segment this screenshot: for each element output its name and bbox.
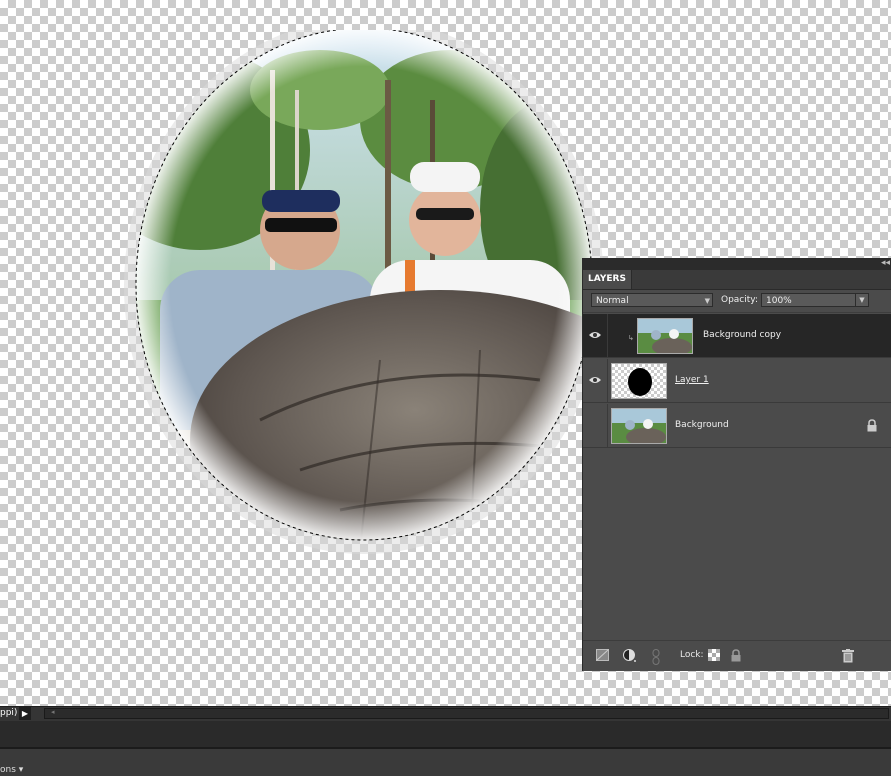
layer-thumbnail — [637, 318, 693, 354]
panel-header-bar[interactable]: ◂◂ — [583, 258, 891, 270]
chevron-down-icon[interactable]: ▼ — [855, 294, 868, 306]
scroll-left-icon[interactable]: ◂ — [51, 708, 55, 716]
lock-transparency-icon[interactable] — [708, 649, 720, 661]
layer-thumbnail — [611, 363, 667, 399]
opacity-input[interactable]: 100% ▼ — [761, 293, 869, 307]
elliptical-photo-selection[interactable] — [120, 30, 620, 570]
new-layer-icon[interactable] — [596, 649, 609, 661]
layer-row-background[interactable]: Background — [583, 404, 891, 448]
tool-options-bar: ons ▾ — [0, 747, 891, 776]
layers-bottom-toolbar: Lock: — [583, 640, 891, 671]
lock-all-icon[interactable] — [730, 649, 742, 662]
project-bin-area — [0, 721, 891, 747]
blend-mode-dropdown[interactable]: Normal ▼ — [591, 293, 713, 307]
clip-indicator-icon: ↳ — [628, 334, 634, 342]
horizontal-scrollbar[interactable]: ◂ — [44, 708, 889, 719]
layer-name[interactable]: Layer 1 — [675, 375, 709, 385]
adjustment-layer-icon[interactable] — [623, 649, 637, 663]
layer-row-background-copy[interactable]: ↳ Background copy — [583, 314, 891, 358]
layers-panel: ◂◂ LAYERS Normal ▼ Opacity: 100% ▼ ↳ Bac… — [582, 258, 891, 671]
layer-name[interactable]: Background copy — [703, 330, 781, 340]
layer-name[interactable]: Background — [675, 420, 729, 430]
lock-label: Lock: — [680, 650, 704, 660]
visibility-toggle[interactable] — [583, 314, 608, 358]
layer-row-layer-1[interactable]: Layer 1 — [583, 359, 891, 403]
layer-controls: Normal ▼ Opacity: 100% ▼ — [583, 290, 891, 313]
document-status-bar: ppi) ▶ ◂ — [0, 706, 891, 721]
panel-tabbar: LAYERS — [583, 270, 891, 290]
chevron-down-icon: ▼ — [704, 297, 710, 305]
visibility-toggle[interactable] — [583, 359, 608, 403]
collapse-arrows-icon[interactable]: ◂◂ — [881, 258, 890, 268]
blend-mode-value: Normal — [596, 296, 629, 306]
eye-icon — [589, 377, 601, 383]
trash-icon[interactable] — [842, 649, 854, 663]
eye-icon — [589, 332, 601, 338]
visibility-toggle[interactable] — [583, 404, 608, 448]
tab-layers[interactable]: LAYERS — [583, 270, 632, 289]
layer-thumbnail — [611, 408, 667, 444]
lock-icon — [867, 419, 877, 432]
opacity-label: Opacity: — [721, 295, 758, 305]
play-arrow-icon[interactable]: ▶ — [19, 707, 31, 720]
opacity-value: 100% — [766, 296, 792, 306]
zoom-resolution-text: ppi) — [0, 708, 18, 718]
link-layers-icon[interactable] — [652, 649, 660, 665]
